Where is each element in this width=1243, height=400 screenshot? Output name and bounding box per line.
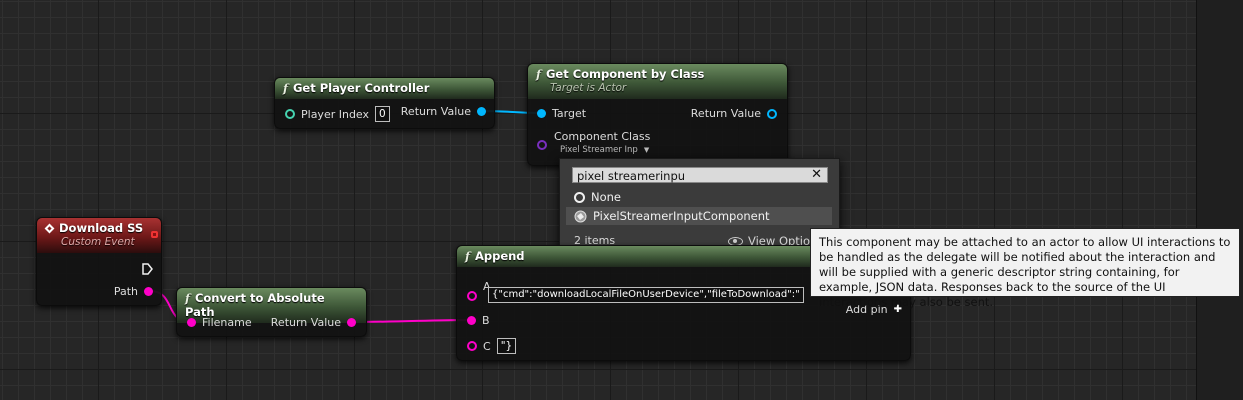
pin-label: Path — [113, 285, 138, 298]
delegate-output-icon[interactable] — [151, 231, 158, 238]
string-pin-icon[interactable] — [467, 291, 477, 301]
component-class-pin-label: Component Class — [554, 130, 650, 143]
pin-label: Filename — [202, 316, 252, 329]
class-option-pixel-streamer-input-component[interactable]: PixelStreamerInputComponent — [566, 207, 832, 225]
filename-input-pin[interactable]: Filename — [187, 316, 252, 329]
search-text: pixel streamerinpu — [577, 169, 686, 183]
event-diamond-icon — [44, 223, 55, 234]
node-title: Download SS — [59, 221, 144, 235]
node-title: Get Component by Class — [545, 67, 705, 81]
string-wire-return-to-b — [348, 319, 471, 323]
convert-to-absolute-path-node[interactable]: f Convert to Absolute Path Filename Retur… — [176, 287, 367, 337]
pin-label: Player Index — [301, 107, 370, 121]
pin-label: B — [482, 314, 490, 327]
object-pin-icon[interactable] — [477, 107, 486, 116]
string-pin-icon[interactable] — [187, 318, 196, 327]
component-class-pin[interactable] — [537, 140, 547, 150]
function-icon: f — [283, 81, 288, 95]
component-class-dropdown[interactable]: Pixel Streamer Inp ▼ — [560, 145, 649, 155]
pin-label: Return Value — [690, 107, 761, 120]
exec-arrow-icon — [142, 263, 153, 275]
path-output-pin[interactable]: Path — [114, 285, 153, 298]
pin-label: Component Class — [554, 130, 651, 143]
pin-label: C — [483, 339, 491, 353]
a-value-input[interactable]: {"cmd":"downloadLocalFileOnUserDevice","… — [488, 287, 804, 303]
pin-label: Target — [552, 107, 587, 120]
option-label: None — [591, 190, 622, 204]
b-input-pin[interactable]: B — [467, 314, 490, 327]
option-label: PixelStreamerInputComponent — [593, 209, 770, 223]
node-header: f Get Component by Class Target is Actor — [528, 64, 787, 99]
node-title: Append — [474, 249, 525, 263]
node-header: Download SS Custom Event — [37, 218, 161, 253]
int-pin-icon[interactable] — [285, 109, 295, 119]
return-value-pin[interactable]: Return Value — [401, 105, 486, 118]
function-icon: f — [465, 249, 470, 263]
class-pin-icon[interactable] — [537, 140, 547, 150]
return-value-pin[interactable]: Return Value — [271, 316, 356, 329]
target-pin[interactable]: Target — [537, 107, 586, 120]
class-option-none[interactable]: None — [566, 188, 832, 206]
pin-label: Return Value — [400, 105, 471, 118]
string-pin-icon[interactable] — [467, 316, 476, 325]
player-index-pin[interactable]: Player Index 0 — [285, 106, 390, 122]
chevron-down-icon: ▼ — [643, 146, 650, 154]
class-search-input[interactable]: pixel streamerinpu ✕ — [572, 167, 828, 183]
object-pin-icon[interactable] — [537, 109, 546, 118]
player-index-input[interactable]: 0 — [375, 106, 390, 122]
string-pin-icon[interactable] — [347, 318, 356, 327]
clear-search-icon[interactable]: ✕ — [811, 167, 822, 183]
node-header: f Get Player Controller — [275, 78, 494, 99]
get-component-by-class-node[interactable]: f Get Component by Class Target is Actor … — [527, 63, 788, 166]
component-class-value: Pixel Streamer Inp — [560, 145, 638, 155]
function-icon: f — [185, 291, 190, 305]
node-subtitle: Custom Event — [61, 236, 135, 248]
pin-label: Return Value — [270, 316, 341, 329]
exec-output-pin[interactable] — [142, 263, 153, 275]
download-ss-event-node[interactable]: Download SS Custom Event Path — [36, 217, 162, 306]
none-radio-icon — [574, 191, 585, 203]
node-subtitle: Target is Actor — [550, 82, 627, 94]
c-value-input[interactable]: "} — [496, 338, 517, 354]
string-pin-icon[interactable] — [144, 287, 153, 296]
function-icon: f — [536, 67, 541, 81]
get-player-controller-node[interactable]: f Get Player Controller Player Index 0 Re… — [274, 77, 495, 129]
a-value-field-wrap: {"cmd":"downloadLocalFileOnUserDevice","… — [488, 287, 804, 303]
node-title: Convert to Absolute Path — [185, 291, 325, 319]
object-pin-icon[interactable] — [767, 108, 777, 119]
a-input-pin[interactable]: A — [467, 276, 491, 301]
node-title: Get Player Controller — [292, 81, 430, 95]
component-icon — [574, 210, 587, 223]
component-tooltip: This component may be attached to an act… — [810, 228, 1240, 309]
c-input-pin[interactable]: C "} — [467, 338, 517, 354]
string-pin-icon[interactable] — [467, 341, 477, 351]
return-value-pin[interactable]: Return Value — [691, 107, 777, 120]
